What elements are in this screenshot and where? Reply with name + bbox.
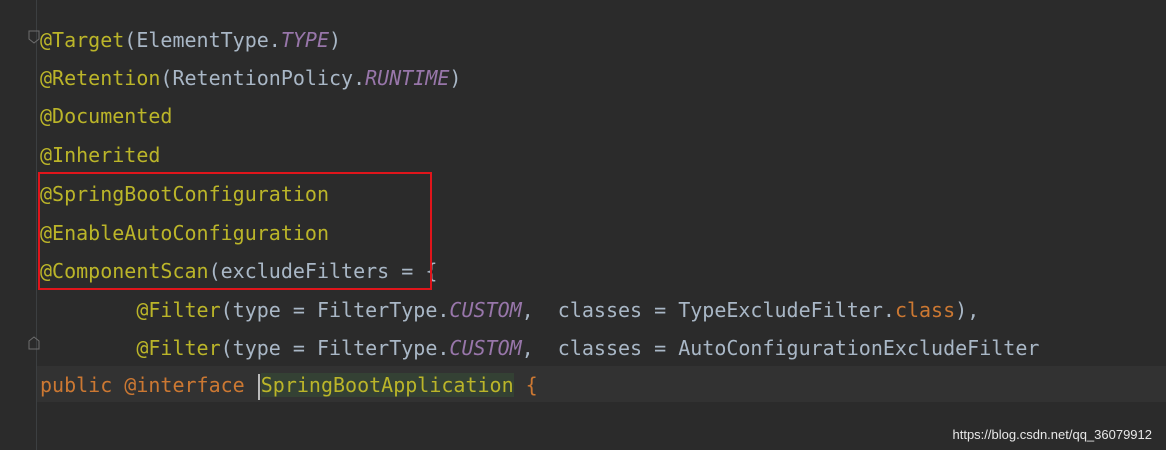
static-field-token: CUSTOM [449,298,522,322]
static-field-token: TYPE [280,28,330,52]
static-field-token: CUSTOM [449,336,522,360]
code-line-filter-1[interactable]: @Filter(type = FilterType.CUSTOM, classe… [40,291,979,329]
code-token: , classes = TypeExcludeFilter. [521,298,895,322]
keyword-token: @interface [124,373,245,397]
code-line-target[interactable]: @Target(ElementType.TYPE) [40,21,341,59]
interface-name-token: SpringBootApplication [260,373,514,397]
annotation-token: @Documented [40,104,173,128]
code-token: , classes = AutoConfigurationExcludeFilt… [521,336,1040,360]
code-line-retention[interactable]: @Retention(RetentionPolicy.RUNTIME) [40,59,461,97]
static-field-token: RUNTIME [365,66,450,90]
fold-start-icon[interactable] [28,30,40,44]
code-token: ), [955,298,980,322]
code-line-filter-2[interactable]: @Filter(type = FilterType.CUSTOM, classe… [40,329,1039,367]
keyword-token: public [40,373,113,397]
watermark-text: https://blog.csdn.net/qq_36079912 [952,427,1153,442]
keyword-token: class [894,298,956,322]
code-token: (ElementType. [124,28,281,52]
annotation-token: @Filter [136,336,221,360]
code-token: (RetentionPolicy. [160,66,366,90]
code-line-documented[interactable]: @Documented [40,97,172,135]
code-line-interface-declaration[interactable]: public @interface SpringBootApplication … [40,366,538,404]
annotation-token: @Target [40,28,125,52]
fold-end-icon[interactable] [28,336,40,350]
highlight-box [38,172,432,290]
code-token: ) [449,66,462,90]
annotation-token: @Filter [136,298,221,322]
code-editor[interactable]: @Target(ElementType.TYPE) @Retention(Ret… [0,0,1166,450]
code-token: { [513,373,538,397]
annotation-token: @Retention [40,66,161,90]
code-token: (type = FilterType. [220,298,450,322]
code-line-inherited[interactable]: @Inherited [40,136,160,174]
code-token: ) [329,28,342,52]
code-token: (type = FilterType. [220,336,450,360]
text-caret [257,373,260,400]
annotation-token: @Inherited [40,143,161,167]
